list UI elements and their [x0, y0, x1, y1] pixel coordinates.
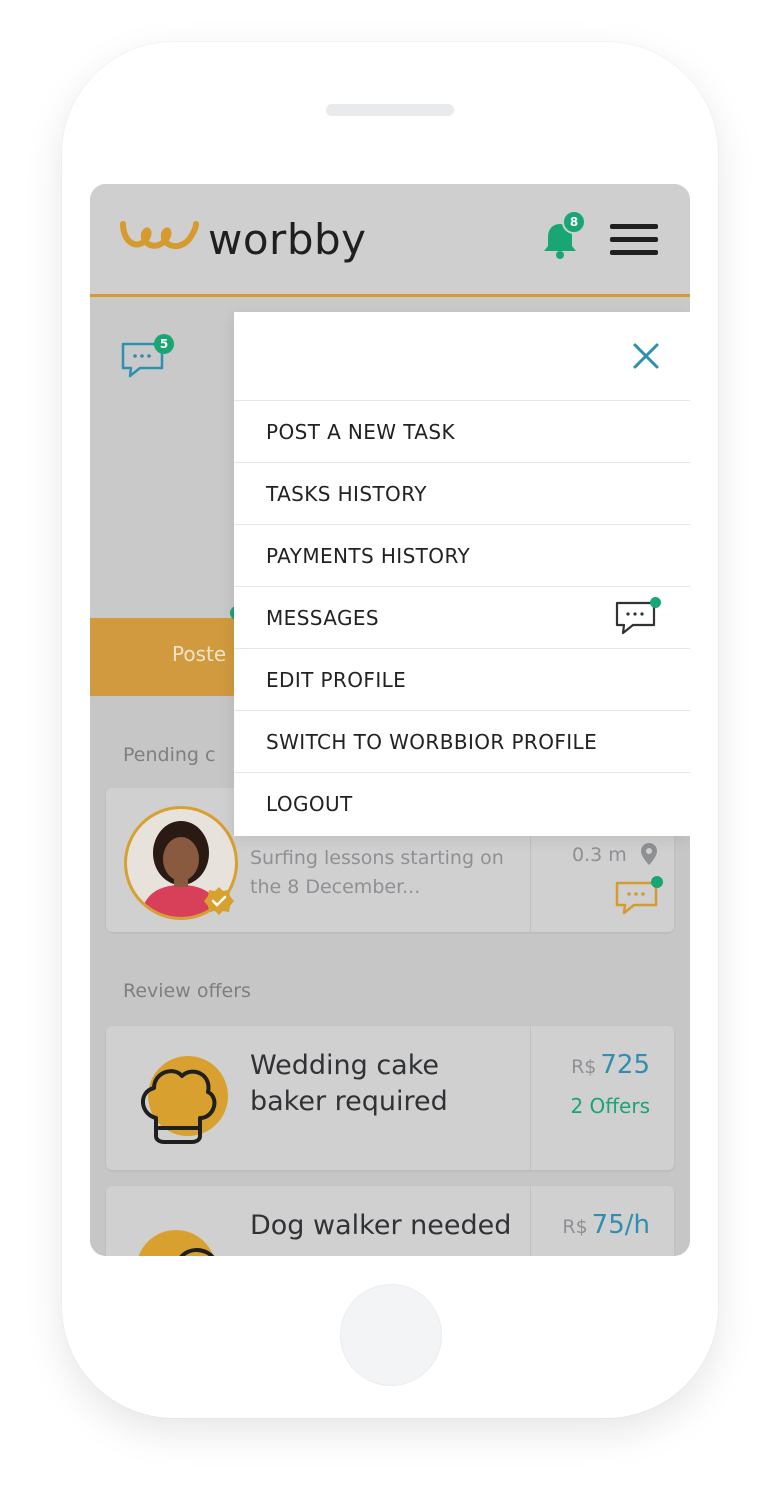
- currency-label: R$: [562, 1216, 588, 1238]
- dog-icon: [138, 1230, 215, 1256]
- menu-item-tasks-history[interactable]: TASKS HISTORY: [234, 463, 690, 525]
- menu-item-logout[interactable]: LOGOUT: [234, 773, 690, 835]
- close-icon[interactable]: [630, 340, 662, 372]
- messages-count-badge: 5: [154, 334, 174, 354]
- card-divider: [530, 1026, 531, 1170]
- hamburger-menu-icon[interactable]: [610, 224, 658, 256]
- task-card[interactable]: Wedding cake baker required R$ 725 2 Offe…: [106, 1026, 674, 1170]
- menu-item-edit-profile[interactable]: EDIT PROFILE: [234, 649, 690, 711]
- pending-section-label: Pending c: [123, 744, 216, 766]
- menu-item-switch-profile[interactable]: SWITCH TO WORBBIOR PROFILE: [234, 711, 690, 773]
- menu-item-messages[interactable]: MESSAGES: [234, 587, 690, 649]
- task-title: Dog walker needed: [250, 1210, 512, 1241]
- offers-count[interactable]: 2 Offers: [570, 1094, 650, 1118]
- price-value: 75/h: [591, 1210, 650, 1240]
- task-price: R$ 725: [571, 1050, 650, 1080]
- tab-posted[interactable]: Poste: [172, 642, 226, 666]
- location-pin-icon: [641, 843, 657, 865]
- task-title: Wedding cake baker required: [250, 1050, 448, 1117]
- pending-task-description: Surfing lessons starting on the 8 Decemb…: [250, 847, 504, 898]
- price-value: 725: [600, 1050, 650, 1080]
- menu-header: [234, 312, 690, 401]
- phone-speaker: [326, 104, 454, 116]
- brand-name: worbby: [208, 215, 367, 264]
- notification-badge: 8: [562, 210, 586, 234]
- menu-item-payments-history[interactable]: PAYMENTS HISTORY: [234, 525, 690, 587]
- app-header: worbby 8: [90, 184, 690, 297]
- worbby-logo-icon: [120, 221, 199, 250]
- app-screen: worbby 8 5 Poste Pending c Surfing lesso…: [90, 184, 690, 1256]
- phone-home-button[interactable]: [340, 1284, 442, 1386]
- chef-hat-icon: [141, 1056, 228, 1144]
- menu-item-label: MESSAGES: [266, 606, 380, 630]
- task-price: R$ 75/h: [562, 1210, 650, 1240]
- distance-label: 0.3 m: [572, 844, 627, 866]
- verified-badge-icon: [204, 887, 234, 915]
- navigation-menu: POST A NEW TASK TASKS HISTORY PAYMENTS H…: [234, 312, 690, 836]
- menu-item-post-task[interactable]: POST A NEW TASK: [234, 401, 690, 463]
- new-message-dot: [651, 876, 663, 888]
- new-message-dot: [650, 597, 661, 608]
- review-section-label: Review offers: [123, 980, 251, 1002]
- currency-label: R$: [571, 1056, 597, 1078]
- card-divider: [530, 1186, 531, 1256]
- task-card[interactable]: Dog walker needed R$ 75/h: [106, 1186, 674, 1256]
